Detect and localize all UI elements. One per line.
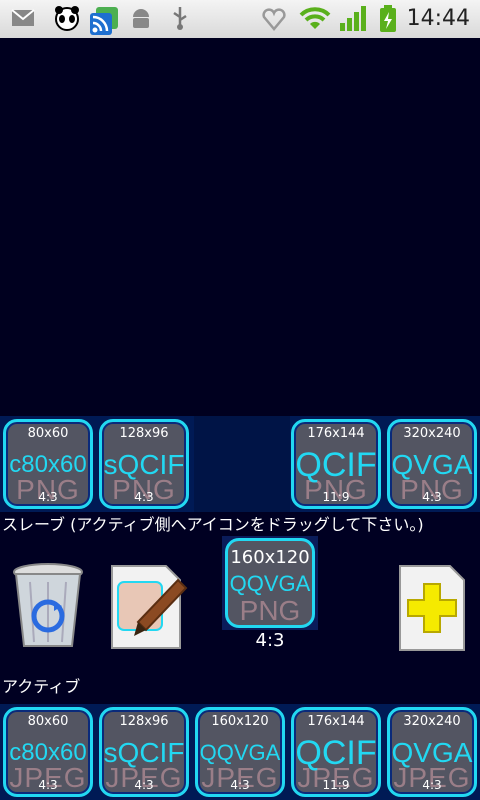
tile-name: QCIF — [295, 446, 377, 484]
tile-ratio: 4:3 — [422, 778, 442, 792]
tile-ratio: 4:3 — [38, 490, 58, 504]
wifi-icon — [299, 7, 331, 29]
add-document-icon[interactable] — [398, 562, 470, 654]
tile-ratio: 11:9 — [322, 490, 350, 504]
tile-resolution: 160x120 — [211, 714, 269, 729]
tile-name: QQVGA — [229, 571, 311, 596]
tile-resolution: 176x144 — [307, 714, 365, 729]
middle-tile-ratio: 4:3 — [255, 630, 285, 651]
tile-ratio: 4:3 — [422, 490, 442, 504]
usb-icon — [173, 7, 187, 30]
tile-ratio: 4:3 — [134, 778, 154, 792]
tile-name: c80x60 — [9, 451, 87, 478]
middle-tile-qqvga[interactable]: 160x120 PNG QQVGA — [225, 538, 315, 628]
empty-slot[interactable] — [194, 416, 290, 512]
slave-tile-row: 80x60 PNG c80x60 4:3 128x96 PNG sQCIF 4:… — [0, 416, 480, 512]
tile-resolution: 80x60 — [27, 714, 69, 729]
rss-icon — [90, 7, 118, 35]
tile-name: sQCIF — [103, 737, 185, 768]
active-tile-qqvga[interactable]: 160x120 JPEG QQVGA 4:3 — [195, 707, 285, 797]
active-tile-qcif[interactable]: 176x144 JPEG QCIF 11:9 — [291, 707, 381, 797]
tile-resolution: 320x240 — [403, 714, 461, 729]
tile-resolution: 80x60 — [27, 426, 69, 441]
tile-ratio: 4:3 — [230, 778, 250, 792]
tile-ratio: 4:3 — [134, 490, 154, 504]
panda-icon — [55, 6, 79, 31]
active-tile-qvga[interactable]: 320x240 JPEG QVGA 4:3 — [387, 707, 477, 797]
tile-name: QQVGA — [199, 740, 281, 765]
slave-tile-c80x60[interactable]: 80x60 PNG c80x60 4:3 — [3, 419, 93, 509]
active-label: アクティブ — [2, 677, 81, 696]
active-tile-sqcif[interactable]: 128x96 JPEG sQCIF 4:3 — [99, 707, 189, 797]
tile-name: sQCIF — [103, 449, 185, 480]
tile-name: QVGA — [391, 737, 473, 768]
tile-resolution: 320x240 — [403, 426, 461, 441]
active-tile-c80x60[interactable]: 80x60 JPEG c80x60 4:3 — [3, 707, 93, 797]
signal-icon — [340, 6, 366, 31]
edit-document-icon[interactable] — [108, 560, 188, 652]
tile-name: QVGA — [391, 449, 473, 480]
tile-name: QCIF — [295, 734, 377, 772]
tile-ratio: 4:3 — [38, 778, 58, 792]
android-debug-icon — [133, 9, 149, 28]
tile-resolution: 128x96 — [119, 714, 169, 729]
slave-tile-qvga[interactable]: 320x240 PNG QVGA 4:3 — [387, 419, 477, 509]
status-bar: 14:44 — [0, 0, 480, 39]
slave-tile-sqcif[interactable]: 128x96 PNG sQCIF 4:3 — [99, 419, 189, 509]
active-tile-row: 80x60 JPEG c80x60 4:3 128x96 JPEG sQCIF … — [0, 704, 480, 800]
trash-recycle-icon[interactable] — [10, 562, 86, 650]
slave-tile-qcif[interactable]: 176x144 PNG QCIF 11:9 — [291, 419, 381, 509]
tile-format: PNG — [239, 595, 301, 626]
camera-preview — [0, 38, 480, 416]
tile-resolution: 160x120 — [230, 547, 310, 568]
battery-charging-icon — [380, 5, 396, 32]
tile-resolution: 128x96 — [119, 426, 169, 441]
gmail-icon — [11, 9, 35, 26]
heart-gift-icon — [262, 8, 286, 31]
tile-name: c80x60 — [9, 739, 87, 766]
tile-ratio: 11:9 — [322, 778, 350, 792]
middle-slot: 160x120 PNG QQVGA — [222, 536, 318, 630]
tile-resolution: 176x144 — [307, 426, 365, 441]
status-clock: 14:44 — [406, 6, 470, 31]
slave-label: スレーブ (アクティブ側へアイコンをドラッグして下さい。) — [2, 515, 424, 534]
